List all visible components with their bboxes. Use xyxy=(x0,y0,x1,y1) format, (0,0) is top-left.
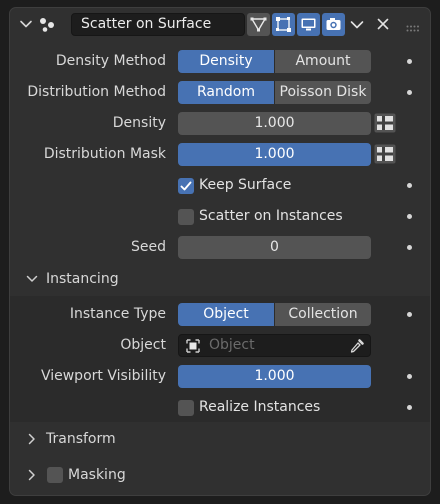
seed-label: Seed xyxy=(131,239,166,255)
transform-subpanel-header[interactable]: Transform xyxy=(10,422,430,456)
keyframe-dot[interactable] xyxy=(407,245,412,250)
dropdown-chevron-icon[interactable] xyxy=(349,17,365,33)
geometry-nodes-icon xyxy=(38,16,58,34)
density-field[interactable]: 1.000 xyxy=(178,112,371,135)
scatter-on-instances-label: Scatter on Instances xyxy=(199,208,343,224)
chevron-down-icon xyxy=(26,273,38,285)
distribution-method-option-poisson-disk[interactable]: Poisson Disk xyxy=(275,81,371,104)
object-icon xyxy=(186,339,200,353)
attribute-toggle-icon[interactable] xyxy=(374,113,396,133)
cage-icon xyxy=(276,17,291,32)
edit-mode-toggle[interactable] xyxy=(247,13,270,36)
keep-surface-checkbox[interactable] xyxy=(178,178,194,194)
expand-chevron-icon[interactable] xyxy=(19,17,33,31)
distribution-method-selector: Random Poisson Disk xyxy=(178,81,371,104)
attribute-toggle-icon[interactable] xyxy=(374,144,396,164)
chevron-right-icon xyxy=(26,469,38,481)
keyframe-dot[interactable] xyxy=(407,405,412,410)
distribution-mask-label: Distribution Mask xyxy=(43,146,166,162)
realtime-icon xyxy=(301,18,316,31)
cage-toggle[interactable] xyxy=(272,13,295,36)
realize-instances-label: Realize Instances xyxy=(199,399,321,415)
density-method-option-amount[interactable]: Amount xyxy=(275,50,371,73)
masking-subpanel-header[interactable]: Masking xyxy=(10,458,430,492)
seed-field[interactable]: 0 xyxy=(178,236,371,259)
modifier-name-input[interactable]: Scatter on Surface xyxy=(71,13,245,36)
instance-type-option-object[interactable]: Object xyxy=(178,303,275,326)
object-label: Object xyxy=(120,337,166,353)
chevron-right-icon xyxy=(26,433,38,445)
keyframe-dot[interactable] xyxy=(407,59,412,64)
instance-type-selector: Object Collection xyxy=(178,303,371,326)
keyframe-dot[interactable] xyxy=(407,312,412,317)
keyframe-dot[interactable] xyxy=(407,90,412,95)
keyframe-dot[interactable] xyxy=(407,183,412,188)
viewport-visibility-slider[interactable]: 1.000 xyxy=(178,365,371,388)
modifier-header: Scatter on Surface xyxy=(10,8,430,42)
checkmark-icon xyxy=(180,181,192,191)
instance-type-option-collection[interactable]: Collection xyxy=(275,303,371,326)
density-label: Density xyxy=(112,115,166,131)
transform-title: Transform xyxy=(46,431,116,447)
distribution-method-option-random[interactable]: Random xyxy=(178,81,275,104)
distribution-method-label: Distribution Method xyxy=(27,84,166,100)
density-method-option-density[interactable]: Density xyxy=(178,50,275,73)
object-field[interactable]: Object xyxy=(178,334,371,357)
modifier-panel: Scatter on Surface Density Method Densit… xyxy=(9,7,431,496)
edit-mode-icon xyxy=(250,17,267,32)
eyedropper-icon[interactable] xyxy=(349,338,365,354)
masking-title: Masking xyxy=(68,467,126,483)
realtime-toggle[interactable] xyxy=(297,13,320,36)
keyframe-dot[interactable] xyxy=(407,374,412,379)
masking-enable-checkbox[interactable] xyxy=(47,467,63,483)
realize-instances-checkbox[interactable] xyxy=(178,400,194,416)
render-toggle[interactable] xyxy=(322,13,345,36)
scatter-on-instances-checkbox[interactable] xyxy=(178,209,194,225)
viewport-visibility-label: Viewport Visibility xyxy=(40,368,166,384)
instance-type-label: Instance Type xyxy=(69,306,166,322)
density-method-selector: Density Amount xyxy=(178,50,371,73)
density-method-label: Density Method xyxy=(55,53,166,69)
instancing-title: Instancing xyxy=(46,271,119,287)
render-icon xyxy=(326,18,341,30)
distribution-mask-slider[interactable]: 1.000 xyxy=(178,143,371,166)
keyframe-dot[interactable] xyxy=(407,214,412,219)
close-icon[interactable] xyxy=(376,17,390,31)
instancing-subpanel-header[interactable]: Instancing xyxy=(10,262,430,296)
keep-surface-label: Keep Surface xyxy=(199,177,292,193)
object-field-placeholder: Object xyxy=(209,337,255,353)
drag-handle-icon[interactable] xyxy=(406,21,420,32)
